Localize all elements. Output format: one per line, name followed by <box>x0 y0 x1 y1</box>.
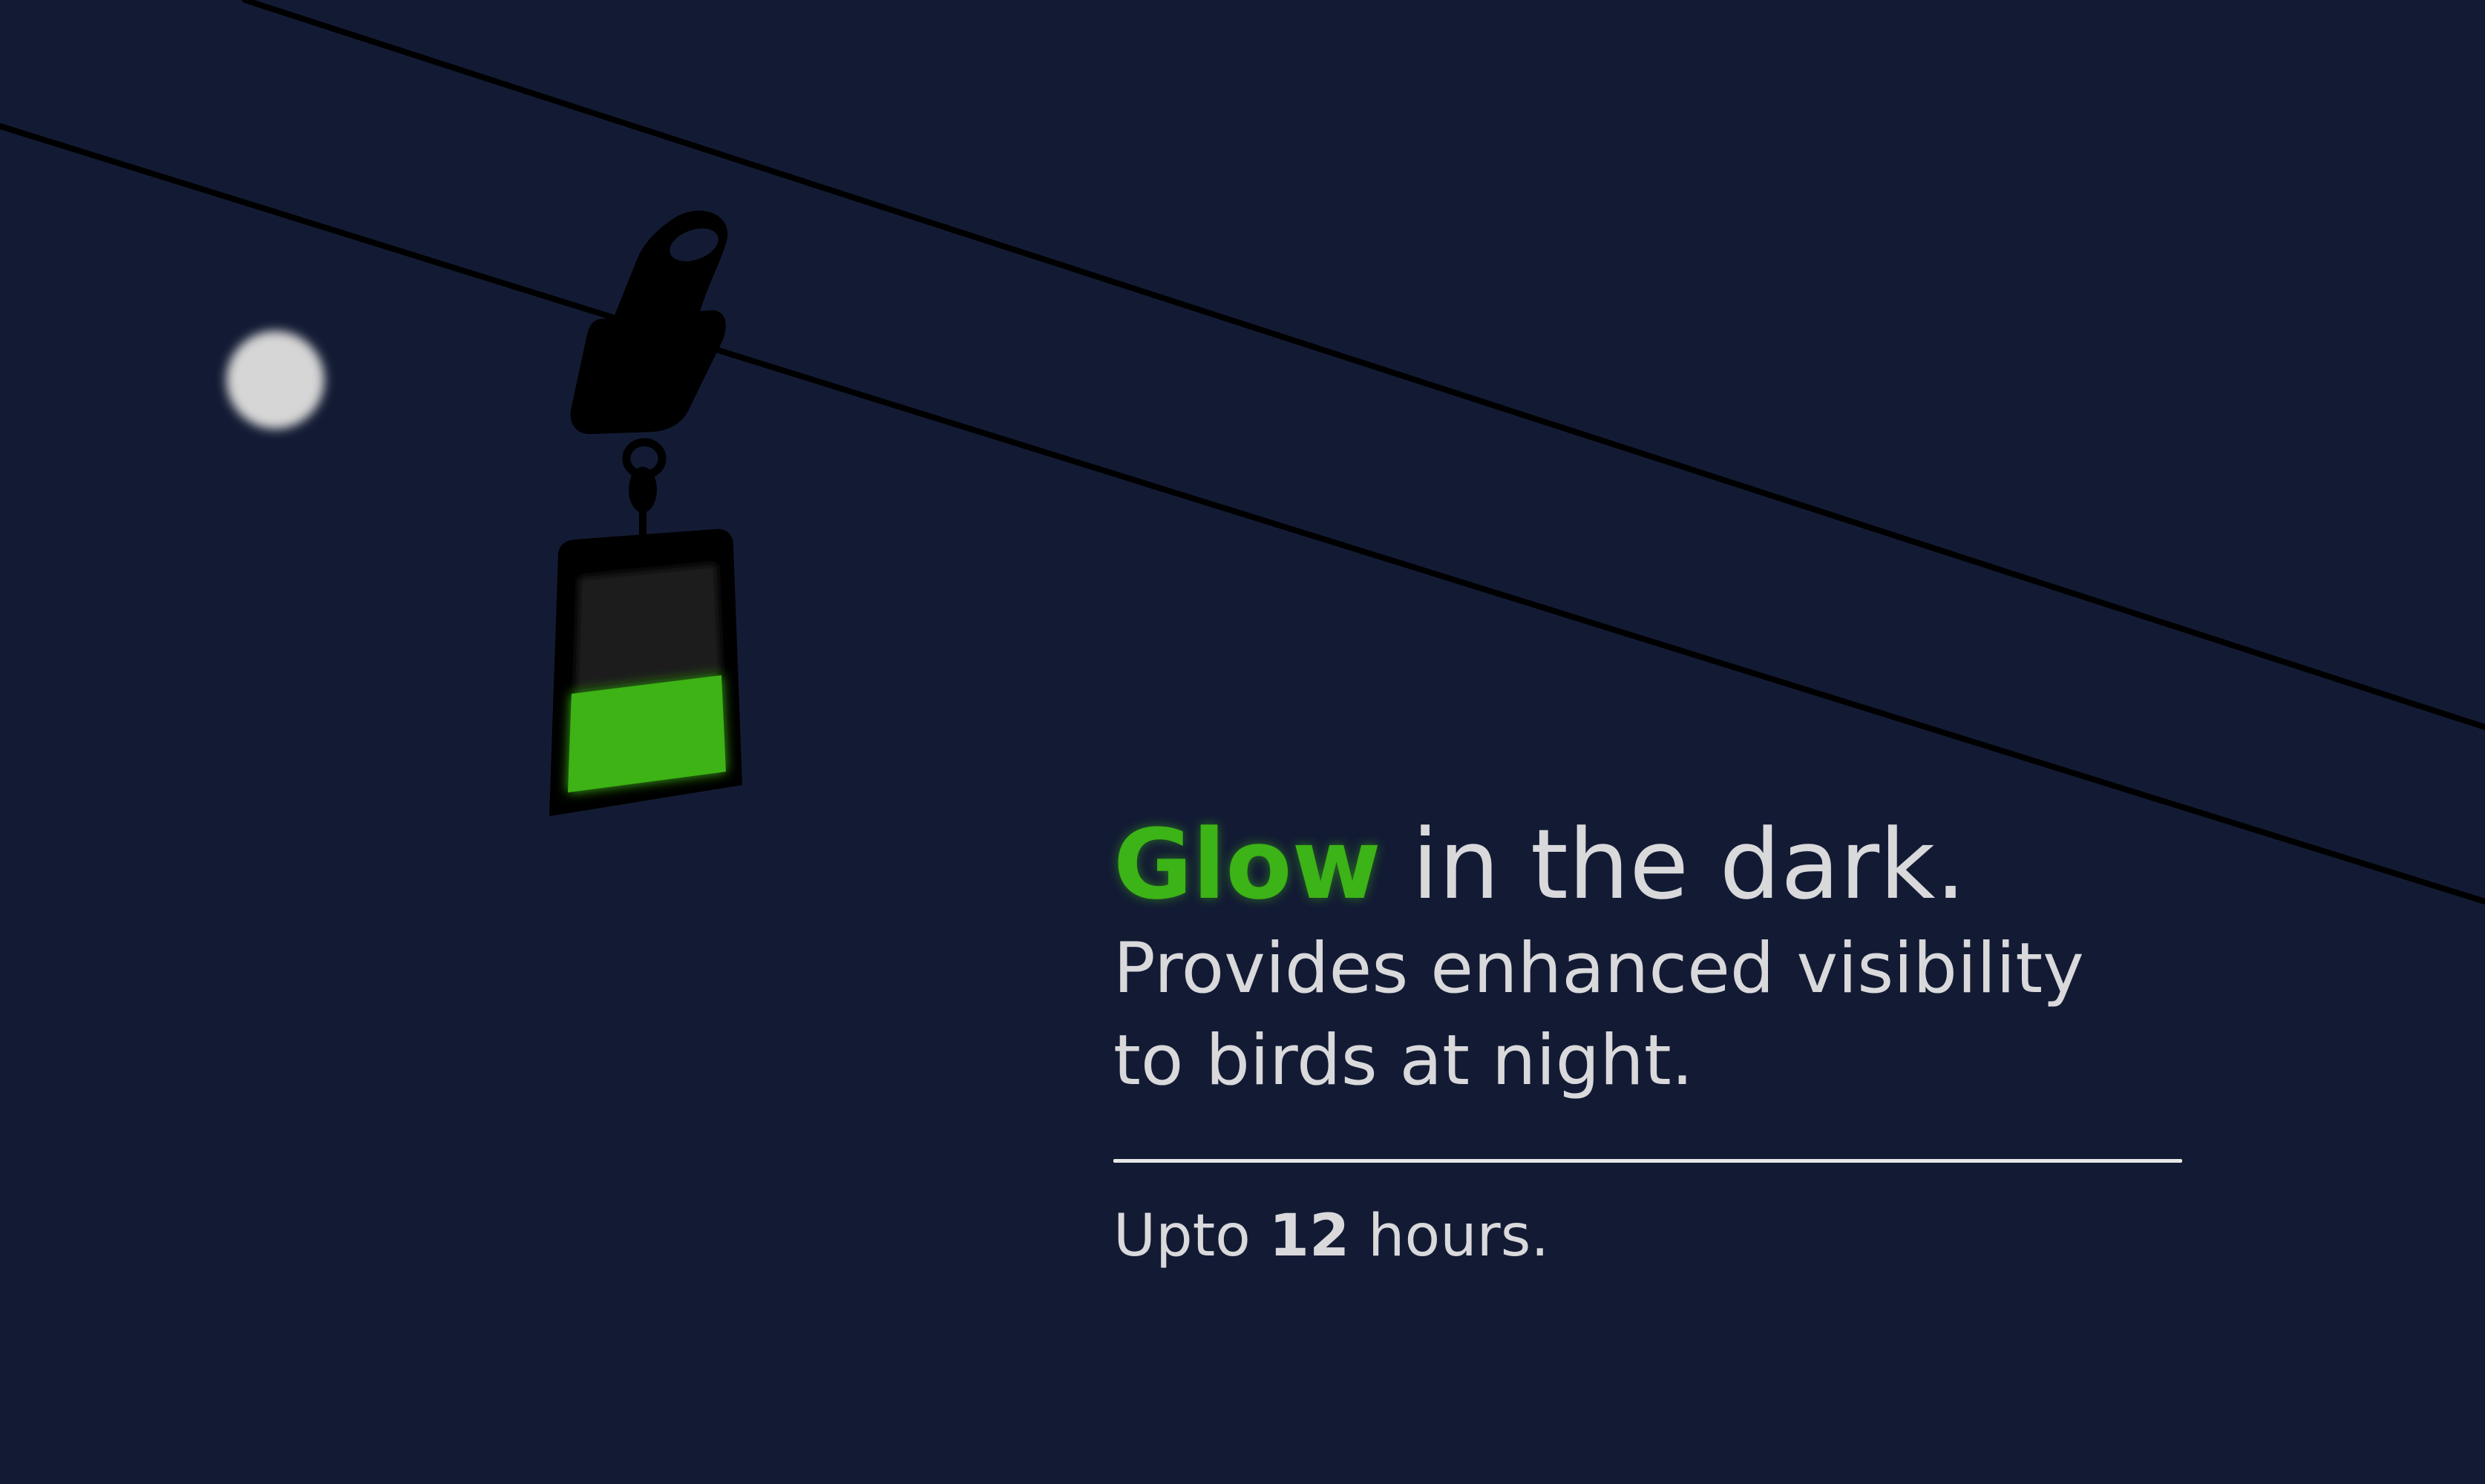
moon-icon <box>226 331 324 429</box>
scene: Glow in the dark. Provides enhanced visi… <box>0 0 2485 1484</box>
copy-block: Glow in the dark. Provides enhanced visi… <box>1113 809 2190 1277</box>
bird-diverter-icon <box>549 210 742 816</box>
divider <box>1113 1159 2182 1163</box>
diverter-dark-panel <box>575 564 721 692</box>
duration-prefix: Upto <box>1113 1203 1269 1270</box>
headline-highlight: Glow <box>1113 808 1381 921</box>
headline: Glow in the dark. <box>1113 809 2190 920</box>
duration-text: Upto 12 hours. <box>1113 1195 2190 1277</box>
diverter-clamp-body <box>570 310 726 434</box>
headline-rest: in the dark. <box>1381 808 1966 921</box>
description-line-2: to birds at night. <box>1113 1020 1694 1101</box>
lower-wire <box>0 123 2485 904</box>
duration-suffix: hours. <box>1349 1203 1550 1270</box>
description-line-1: Provides enhanced visibility <box>1113 928 2084 1009</box>
duration-value: 12 <box>1268 1203 1350 1270</box>
power-lines <box>0 0 2485 904</box>
